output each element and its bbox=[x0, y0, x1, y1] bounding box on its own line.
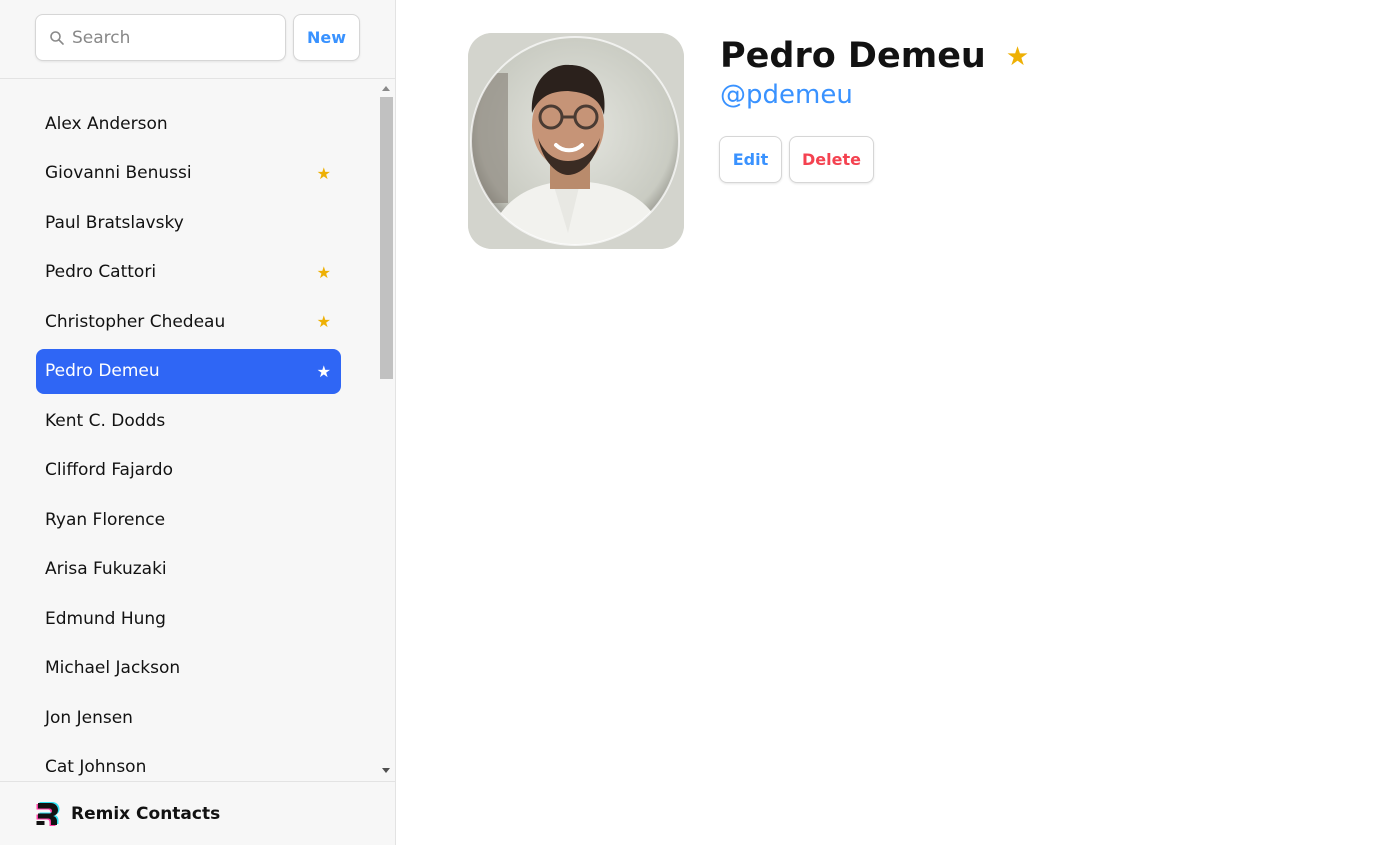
favorite-star-button[interactable]: ★ bbox=[1006, 43, 1029, 69]
scroll-down-arrow-icon[interactable] bbox=[382, 768, 390, 773]
contact-name-label: Pedro Cattori bbox=[45, 262, 157, 282]
contact-list-item[interactable]: Ryan Florence bbox=[36, 497, 341, 542]
contact-name-label: Ryan Florence bbox=[45, 509, 166, 530]
scroll-up-arrow-icon[interactable] bbox=[382, 86, 390, 91]
contact-list-item[interactable]: Michael Jackson bbox=[36, 646, 341, 691]
contact-detail: Pedro Demeu ★ @pdemeu Edit Delete bbox=[396, 0, 1397, 845]
twitter-handle-link[interactable]: @pdemeu bbox=[720, 80, 853, 110]
contact-name-label: Arisa Fukuzaki bbox=[45, 559, 167, 579]
sidebar-scrollbar[interactable] bbox=[378, 80, 395, 780]
search-input[interactable] bbox=[72, 24, 277, 52]
search-icon bbox=[50, 31, 64, 45]
contact-list-item[interactable]: Giovanni Benussi ★ bbox=[36, 151, 341, 196]
contact-name-label: Edmund Hung bbox=[45, 608, 166, 629]
search-box[interactable] bbox=[35, 14, 286, 61]
favorite-star-icon: ★ bbox=[316, 163, 331, 183]
brand-name[interactable]: Remix Contacts bbox=[71, 804, 220, 824]
contact-list-item[interactable]: Paul Bratslavsky bbox=[36, 200, 341, 245]
contact-name-label: Kent C. Dodds bbox=[45, 410, 166, 431]
delete-button[interactable]: Delete bbox=[789, 136, 874, 183]
contact-list-item[interactable]: Clifford Fajardo bbox=[36, 448, 341, 493]
contact-name-label: Pedro Demeu bbox=[45, 361, 160, 381]
favorite-star-icon: ★ bbox=[316, 312, 331, 331]
new-contact-button[interactable]: New bbox=[293, 14, 360, 61]
sidebar-footer: Remix Contacts bbox=[0, 781, 395, 845]
contact-list-item[interactable]: Alex Anderson bbox=[36, 101, 341, 146]
contact-list-item[interactable]: Arisa Fukuzaki bbox=[36, 547, 341, 592]
edit-button[interactable]: Edit bbox=[719, 136, 782, 183]
contact-list-item[interactable]: Pedro Demeu ★ bbox=[36, 348, 341, 394]
contact-list-item[interactable]: Kent C. Dodds bbox=[36, 398, 341, 443]
sidebar-header: New bbox=[0, 0, 395, 79]
favorite-star-icon: ★ bbox=[316, 262, 331, 282]
contact-name-label: Clifford Fajardo bbox=[45, 460, 173, 480]
scroll-thumb[interactable] bbox=[380, 97, 393, 379]
contact-list-item[interactable]: Edmund Hung bbox=[36, 596, 341, 641]
contact-name-heading: Pedro Demeu ★ bbox=[720, 34, 1029, 78]
contact-name-label: Giovanni Benussi bbox=[45, 163, 192, 183]
remix-logo-icon bbox=[36, 801, 60, 826]
contact-name-label: Michael Jackson bbox=[45, 658, 181, 678]
contact-name-label: Cat Johnson bbox=[45, 757, 147, 777]
contact-name-label: Christopher Chedeau bbox=[45, 311, 226, 332]
avatar bbox=[468, 33, 684, 249]
contact-name-label: Jon Jensen bbox=[45, 707, 133, 728]
sidebar: New Alex Anderson Giovanni Benussi ★ Paul B… bbox=[0, 0, 396, 845]
contact-list-item[interactable]: Cat Johnson bbox=[36, 745, 341, 781]
contact-name: Pedro Demeu bbox=[720, 36, 986, 76]
contact-list-item[interactable]: Pedro Cattori ★ bbox=[36, 250, 341, 295]
contact-list: Alex Anderson Giovanni Benussi ★ Paul Brats… bbox=[0, 80, 378, 780]
contact-name-label: Paul Bratslavsky bbox=[45, 212, 184, 233]
favorite-star-icon: ★ bbox=[316, 361, 331, 381]
contact-list-item[interactable]: Jon Jensen bbox=[36, 695, 341, 740]
contact-name-label: Alex Anderson bbox=[45, 113, 168, 134]
contact-list-item[interactable]: Christopher Chedeau ★ bbox=[36, 299, 341, 344]
avatar-photo bbox=[468, 33, 684, 249]
